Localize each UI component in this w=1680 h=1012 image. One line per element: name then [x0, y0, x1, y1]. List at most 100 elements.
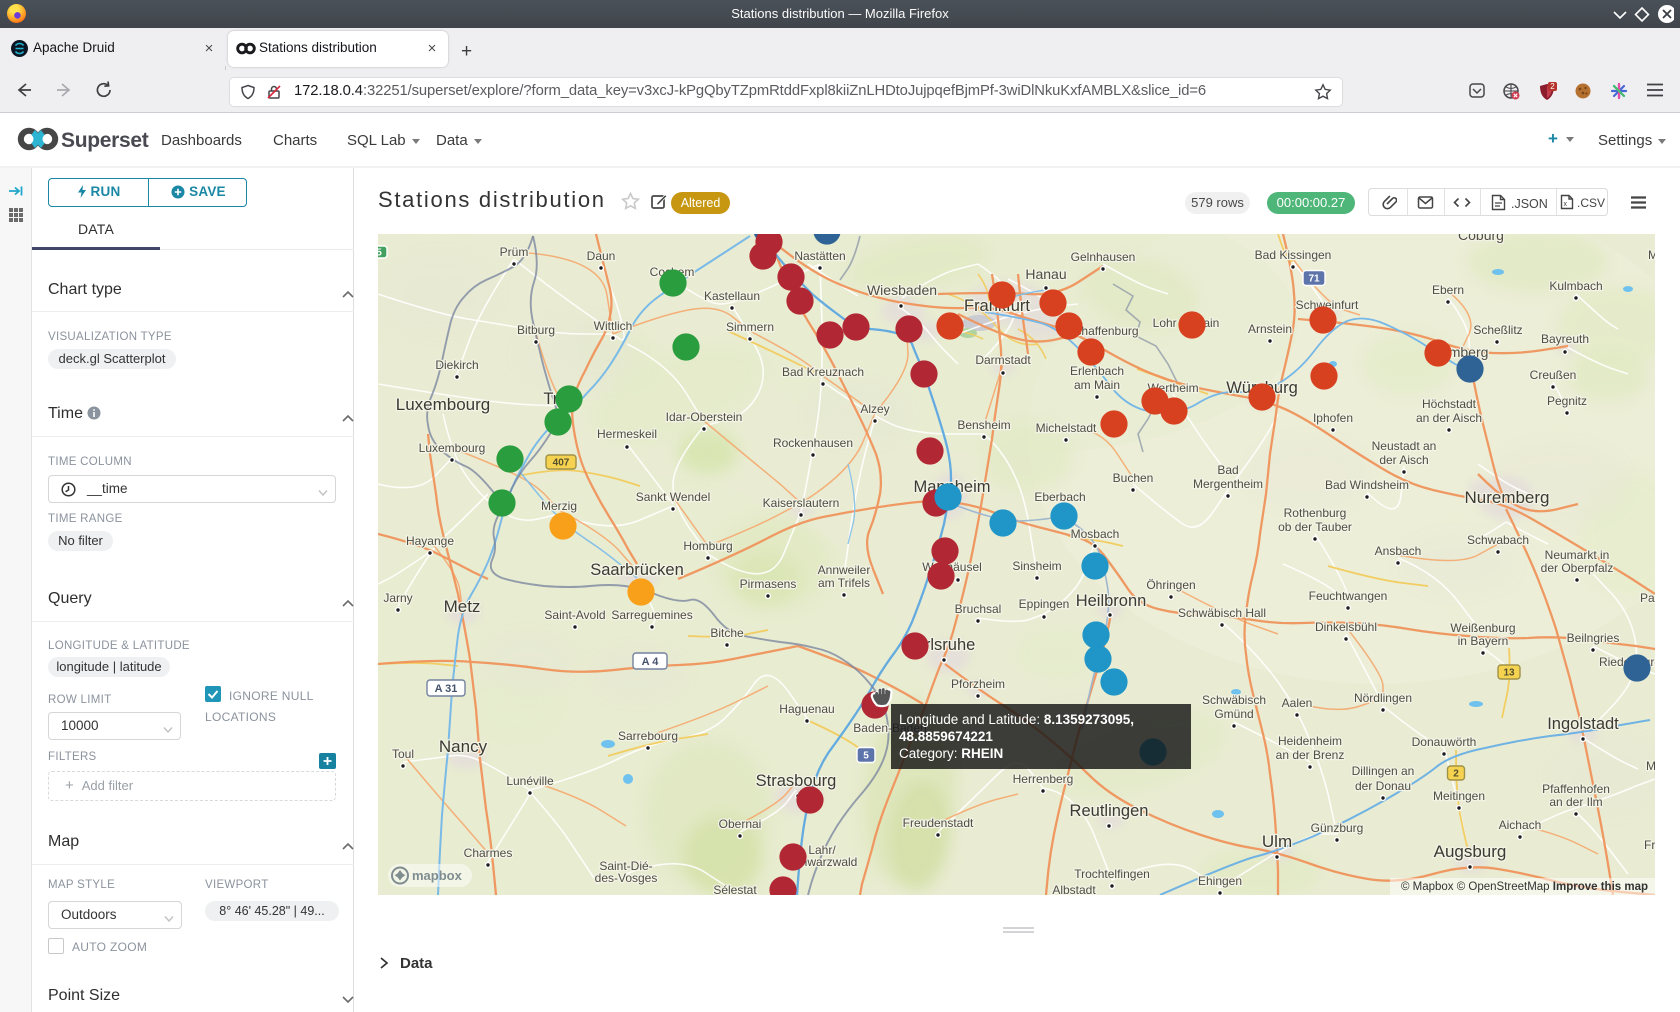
- svg-text:Weißenburg: Weißenburg: [1450, 621, 1515, 635]
- svg-text:Mergentheim: Mergentheim: [1193, 477, 1263, 491]
- svg-text:407: 407: [553, 458, 570, 469]
- svg-text:Prüm: Prüm: [500, 245, 529, 259]
- svg-text:Sélestat: Sélestat: [713, 883, 757, 895]
- svg-text:Category: RHEIN: Category: RHEIN: [899, 746, 1003, 761]
- svg-text:Gmünd: Gmünd: [1214, 707, 1253, 721]
- svg-text:Ansbach: Ansbach: [1375, 544, 1422, 558]
- svg-text:Erlenbach: Erlenbach: [1070, 364, 1124, 378]
- svg-text:Pirmasens: Pirmasens: [740, 577, 797, 591]
- svg-text:Lunéville: Lunéville: [506, 774, 554, 788]
- svg-text:2: 2: [1550, 82, 1555, 91]
- svg-text:Luxembourg: Luxembourg: [419, 441, 486, 455]
- svg-text:Eberbach: Eberbach: [1034, 490, 1085, 504]
- svg-text:Haguenau: Haguenau: [779, 702, 834, 716]
- svg-text:Kulmbach: Kulmbach: [1549, 279, 1602, 293]
- svg-text:Albstadt: Albstadt: [1052, 883, 1096, 895]
- svg-text:Nuremberg: Nuremberg: [1464, 488, 1549, 507]
- svg-text:Dillingen an: Dillingen an: [1352, 764, 1415, 778]
- svg-text:Strasbourg: Strasbourg: [756, 772, 837, 790]
- svg-text:Idar-Oberstein: Idar-Oberstein: [666, 410, 743, 424]
- svg-text:Simmern: Simmern: [726, 320, 774, 334]
- svg-text:am Trifels: am Trifels: [818, 576, 870, 590]
- svg-text:Freising: Freising: [1644, 838, 1655, 852]
- svg-text:Sarrebourg: Sarrebourg: [618, 729, 678, 743]
- svg-text:Ebern: Ebern: [1432, 283, 1464, 297]
- svg-text:Neustadt an: Neustadt an: [1372, 439, 1437, 453]
- svg-text:Bruchsal: Bruchsal: [955, 602, 1002, 616]
- svg-text:A 4: A 4: [642, 656, 660, 668]
- svg-text:5: 5: [863, 751, 869, 762]
- svg-text:Merzig: Merzig: [541, 499, 577, 513]
- svg-text:Buchen: Buchen: [1113, 471, 1154, 485]
- svg-text:2: 2: [1453, 769, 1459, 780]
- svg-text:an der Aisch: an der Aisch: [1416, 411, 1482, 425]
- svg-text:Eppingen: Eppingen: [1019, 597, 1070, 611]
- svg-text:Arnstein: Arnstein: [1248, 322, 1292, 336]
- svg-text:Sankt Wendel: Sankt Wendel: [636, 490, 711, 504]
- svg-text:Bitche: Bitche: [710, 626, 744, 640]
- svg-text:Scheßlitz: Scheßlitz: [1473, 323, 1522, 337]
- svg-text:Pforzheim: Pforzheim: [951, 677, 1005, 691]
- svg-text:Hayange: Hayange: [406, 534, 454, 548]
- svg-text:Metz: Metz: [444, 597, 481, 616]
- svg-text:Saint-Avold: Saint-Avold: [544, 608, 605, 622]
- svg-text:Toul: Toul: [392, 747, 414, 761]
- svg-text:der Oberpfalz: der Oberpfalz: [1541, 561, 1614, 575]
- svg-text:Nancy: Nancy: [439, 737, 488, 756]
- svg-text:Jarny: Jarny: [383, 591, 412, 605]
- svg-text:an der Ilm: an der Ilm: [1549, 795, 1602, 809]
- svg-text:mapbox: mapbox: [412, 868, 463, 883]
- svg-text:Michelstadt: Michelstadt: [1036, 421, 1097, 435]
- svg-text:48.8859674221: 48.8859674221: [899, 729, 993, 744]
- svg-text:Pegnitz: Pegnitz: [1547, 394, 1587, 408]
- svg-text:Sarreguemines: Sarreguemines: [611, 608, 692, 622]
- svg-text:Heilbronn: Heilbronn: [1076, 592, 1147, 610]
- svg-text:Höchstadt: Höchstadt: [1422, 397, 1477, 411]
- svg-text:Reutlingen: Reutlingen: [1070, 802, 1149, 820]
- svg-text:A 31: A 31: [435, 683, 458, 695]
- svg-text:Pfaffenhofen: Pfaffenhofen: [1542, 782, 1610, 796]
- svg-text:Nastätten: Nastätten: [794, 249, 845, 263]
- svg-text:Kaiserslautern: Kaiserslautern: [763, 496, 840, 510]
- svg-text:Beilngries: Beilngries: [1567, 631, 1620, 645]
- svg-text:Obernai: Obernai: [719, 817, 762, 831]
- svg-text:Wittlich: Wittlich: [594, 319, 633, 333]
- svg-text:Bitburg: Bitburg: [517, 323, 555, 337]
- svg-text:Donauwörth: Donauwörth: [1412, 735, 1477, 749]
- svg-text:des-Vosges: des-Vosges: [595, 871, 658, 885]
- svg-text:Annweiler: Annweiler: [818, 563, 871, 577]
- svg-text:5: 5: [378, 248, 382, 259]
- svg-text:© Mapbox © OpenStreetMap Impro: © Mapbox © OpenStreetMap Improve this ma…: [1401, 881, 1648, 893]
- svg-text:Diekirch: Diekirch: [435, 358, 478, 372]
- svg-text:Rothenburg: Rothenburg: [1284, 506, 1347, 520]
- svg-text:Trochtelfingen: Trochtelfingen: [1074, 867, 1150, 881]
- svg-text:der Aisch: der Aisch: [1379, 453, 1428, 467]
- svg-text:Kastellaun: Kastellaun: [704, 289, 760, 303]
- svg-text:Schwäbisch Hall: Schwäbisch Hall: [1178, 606, 1266, 620]
- svg-text:13: 13: [1503, 668, 1515, 679]
- svg-text:Meitingen: Meitingen: [1433, 789, 1485, 803]
- svg-text:Homburg: Homburg: [683, 539, 732, 553]
- svg-text:Mainburg: Mainburg: [1646, 759, 1655, 773]
- svg-text:Bad Kissingen: Bad Kissingen: [1255, 248, 1332, 262]
- svg-text:Dinkelsbühl: Dinkelsbühl: [1315, 620, 1377, 634]
- svg-text:Ingolstadt: Ingolstadt: [1547, 715, 1619, 733]
- svg-text:Superset: Superset: [61, 129, 149, 152]
- svg-text:in Bayern: in Bayern: [1458, 634, 1509, 648]
- svg-text:Öhringen: Öhringen: [1146, 578, 1195, 592]
- svg-text:Herrenberg: Herrenberg: [1013, 772, 1074, 786]
- svg-text:Luxembourg: Luxembourg: [396, 395, 491, 414]
- svg-text:Heidenheim: Heidenheim: [1278, 734, 1342, 748]
- svg-text:Hermeskeil: Hermeskeil: [597, 427, 657, 441]
- svg-text:Sinsheim: Sinsheim: [1012, 559, 1061, 573]
- svg-text:Aalen: Aalen: [1282, 696, 1313, 710]
- svg-text:Bayreuth: Bayreuth: [1541, 332, 1589, 346]
- svg-text:Iphofen: Iphofen: [1313, 411, 1353, 425]
- svg-text:71: 71: [1308, 274, 1320, 285]
- svg-text:an der Brenz: an der Brenz: [1276, 748, 1345, 762]
- svg-text:Coburg: Coburg: [1458, 234, 1504, 243]
- svg-text:am Main: am Main: [1074, 378, 1120, 392]
- svg-text:Darmstadt: Darmstadt: [975, 353, 1031, 367]
- svg-text:Ulm: Ulm: [1262, 832, 1292, 851]
- svg-text:Longitude and Latitude: 8.1359: Longitude and Latitude: 8.1359273095,: [899, 712, 1134, 727]
